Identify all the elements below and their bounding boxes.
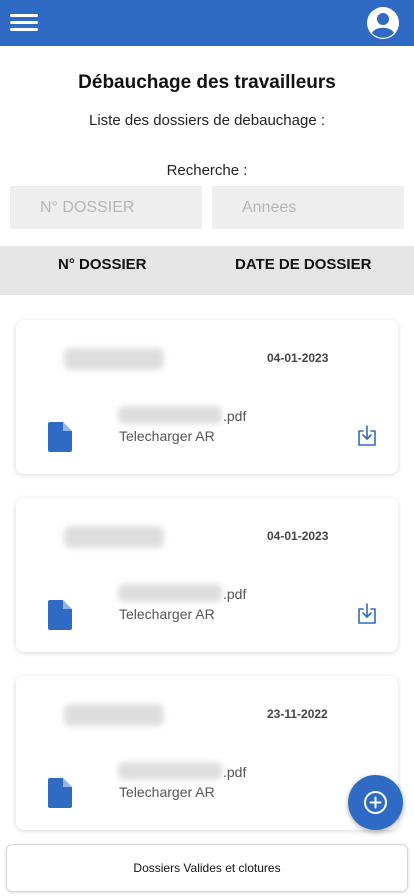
- year-search-input[interactable]: [212, 186, 404, 229]
- redacted-file-name: [118, 406, 222, 424]
- download-icon[interactable]: [356, 425, 378, 447]
- column-header-dossier-date: DATE DE DOSSIER: [235, 256, 372, 273]
- redacted-file-name: [118, 584, 222, 602]
- account-circle-icon[interactable]: [366, 6, 400, 40]
- dossier-card[interactable]: 23-11-2022 .pdf Telecharger AR: [16, 676, 398, 830]
- download-ar-link[interactable]: Telecharger AR: [119, 606, 215, 622]
- redacted-dossier-number: [64, 704, 164, 726]
- page-subtitle: Liste des dossiers de debauchage :: [89, 112, 325, 129]
- file-extension: .pdf: [223, 764, 247, 780]
- column-header-dossier-number: N° DOSSIER: [58, 256, 147, 273]
- dossier-date: 04-01-2023: [267, 351, 329, 365]
- file-icon: [48, 600, 72, 630]
- download-ar-link[interactable]: Telecharger AR: [119, 428, 215, 444]
- top-app-bar: [0, 0, 414, 46]
- validated-closed-dossiers-button[interactable]: Dossiers Valides et clotures: [6, 844, 408, 892]
- redacted-dossier-number: [64, 348, 164, 370]
- download-icon[interactable]: [356, 603, 378, 625]
- add-dossier-button[interactable]: [348, 775, 403, 830]
- dossier-number-search-input[interactable]: [10, 186, 202, 229]
- download-ar-link[interactable]: Telecharger AR: [119, 784, 215, 800]
- page-title: Débauchage des travailleurs: [78, 72, 336, 93]
- hamburger-menu-icon[interactable]: [10, 12, 38, 34]
- search-label: Recherche :: [166, 162, 248, 179]
- dossier-date: 23-11-2022: [267, 707, 328, 721]
- add-circle-icon: [364, 791, 387, 814]
- redacted-file-name: [118, 762, 222, 780]
- file-extension: .pdf: [223, 586, 247, 602]
- table-header: N° DOSSIER DATE DE DOSSIER: [0, 246, 414, 295]
- dossier-date: 04-01-2023: [267, 529, 329, 543]
- file-extension: .pdf: [223, 408, 247, 424]
- dossier-card[interactable]: 04-01-2023 .pdf Telecharger AR: [16, 320, 398, 474]
- redacted-dossier-number: [64, 526, 164, 548]
- dossier-card[interactable]: 04-01-2023 .pdf Telecharger AR: [16, 498, 398, 652]
- file-icon: [48, 422, 72, 452]
- file-icon: [48, 778, 72, 808]
